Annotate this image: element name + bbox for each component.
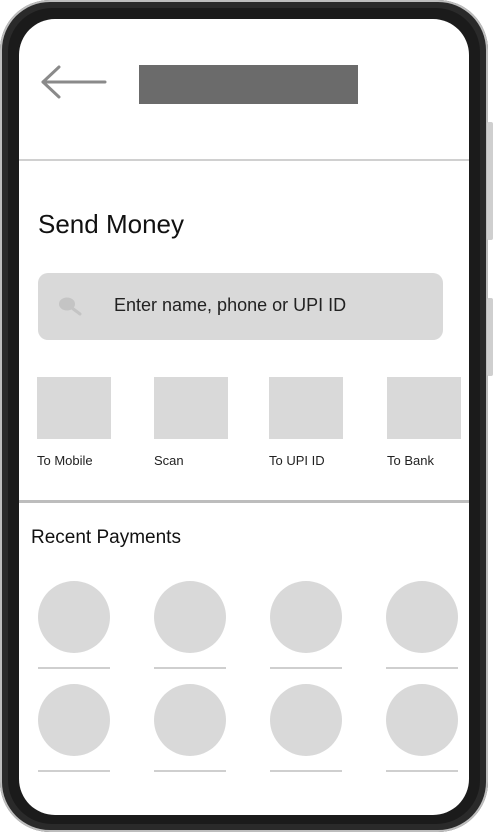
recent-contact[interactable]: [37, 581, 111, 671]
action-icon-placeholder: [154, 377, 228, 439]
recent-contact[interactable]: [269, 684, 343, 774]
avatar: [270, 581, 342, 653]
action-label: To Mobile: [37, 453, 93, 468]
recent-payments-title: Recent Payments: [31, 527, 181, 548]
avatar: [386, 581, 458, 653]
contact-name-placeholder: [38, 667, 110, 669]
back-button[interactable]: [39, 65, 109, 101]
back-arrow-icon: [41, 65, 107, 99]
header-divider: [19, 159, 469, 161]
recent-contact[interactable]: [153, 581, 227, 671]
recent-contact[interactable]: [385, 684, 459, 774]
avatar: [386, 684, 458, 756]
search-icon: [59, 297, 82, 316]
contact-name-placeholder: [154, 667, 226, 669]
contact-name-placeholder: [386, 667, 458, 669]
contact-name-placeholder: [270, 770, 342, 772]
action-label: To Bank: [387, 453, 434, 468]
header-title-placeholder: [139, 65, 358, 104]
action-label: Scan: [154, 453, 184, 468]
avatar: [38, 581, 110, 653]
recent-contact[interactable]: [153, 684, 227, 774]
action-icon-placeholder: [269, 377, 343, 439]
action-to-mobile[interactable]: To Mobile: [37, 377, 111, 468]
action-to-bank[interactable]: To Bank: [387, 377, 461, 468]
contact-name-placeholder: [270, 667, 342, 669]
volume-button: [487, 122, 493, 240]
action-label: To UPI ID: [269, 453, 325, 468]
app-screen: Send Money Enter name, phone or UPI ID T…: [19, 19, 469, 815]
action-icon-placeholder: [387, 377, 461, 439]
search-input[interactable]: Enter name, phone or UPI ID: [38, 273, 443, 340]
power-button: [487, 298, 493, 376]
section-divider: [19, 500, 469, 503]
recent-contact[interactable]: [385, 581, 459, 671]
avatar: [38, 684, 110, 756]
contact-name-placeholder: [386, 770, 458, 772]
avatar: [154, 684, 226, 756]
contact-name-placeholder: [38, 770, 110, 772]
action-to-upi-id[interactable]: To UPI ID: [269, 377, 343, 468]
action-icon-placeholder: [37, 377, 111, 439]
contact-name-placeholder: [154, 770, 226, 772]
recent-contact[interactable]: [37, 684, 111, 774]
action-scan[interactable]: Scan: [154, 377, 228, 468]
avatar: [270, 684, 342, 756]
avatar: [154, 581, 226, 653]
page-title: Send Money: [38, 209, 184, 239]
search-placeholder: Enter name, phone or UPI ID: [114, 295, 347, 315]
recent-contact[interactable]: [269, 581, 343, 671]
